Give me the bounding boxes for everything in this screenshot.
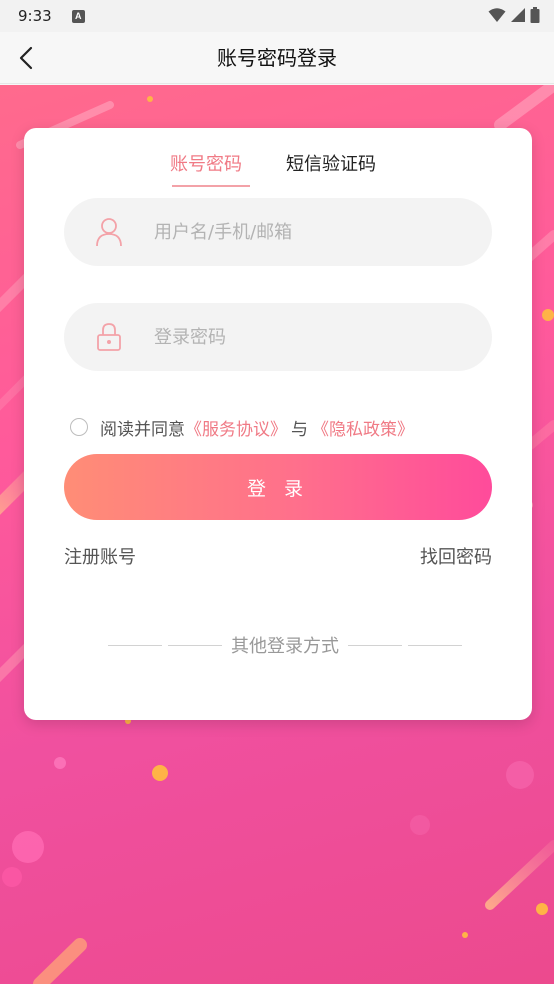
status-bar: 9:33 A xyxy=(0,0,554,32)
password-field[interactable] xyxy=(64,303,492,371)
battery-icon xyxy=(530,7,540,23)
divider-line xyxy=(348,644,402,646)
password-input[interactable] xyxy=(154,326,454,348)
forgot-password-link[interactable]: 找回密码 xyxy=(420,543,492,569)
divider-line xyxy=(408,644,462,646)
lock-icon xyxy=(94,322,124,352)
back-button[interactable] xyxy=(10,42,42,74)
username-input[interactable] xyxy=(154,221,454,243)
status-time: 9:33 xyxy=(18,7,52,25)
username-field[interactable] xyxy=(64,198,492,266)
divider-line xyxy=(108,644,162,646)
wifi-icon xyxy=(488,8,506,22)
other-login-divider: 其他登录方式 xyxy=(104,630,466,660)
back-arrow-icon xyxy=(19,46,33,70)
agreement-text: 阅读并同意 xyxy=(100,419,185,440)
agreement-joiner: 与 xyxy=(291,419,308,440)
agreement-row: 阅读并同意 《服务协议》 与 《隐私政策》 xyxy=(70,413,414,441)
notification-icon: A xyxy=(71,9,85,23)
service-agreement-link[interactable]: 《服务协议》 xyxy=(185,415,287,440)
user-icon xyxy=(94,217,124,247)
signal-icon xyxy=(511,8,525,22)
app-bar: 账号密码登录 xyxy=(0,32,554,84)
register-link[interactable]: 注册账号 xyxy=(64,543,136,569)
status-icons xyxy=(488,7,540,23)
login-tabs: 账号密码 短信验证码 xyxy=(24,150,532,190)
tab-account-password[interactable]: 账号密码 xyxy=(170,150,242,188)
active-tab-indicator xyxy=(172,185,250,187)
tab-sms-code[interactable]: 短信验证码 xyxy=(286,150,376,188)
page-title: 账号密码登录 xyxy=(217,46,337,70)
login-card: 账号密码 短信验证码 阅读并同意 《服务协议》 与 《隐私政策》 登 录 xyxy=(24,128,532,720)
agreement-checkbox[interactable] xyxy=(70,418,88,436)
divider-line xyxy=(168,644,222,646)
login-button[interactable]: 登 录 xyxy=(64,454,492,520)
privacy-policy-link[interactable]: 《隐私政策》 xyxy=(312,415,414,440)
other-login-label: 其他登录方式 xyxy=(231,636,339,657)
